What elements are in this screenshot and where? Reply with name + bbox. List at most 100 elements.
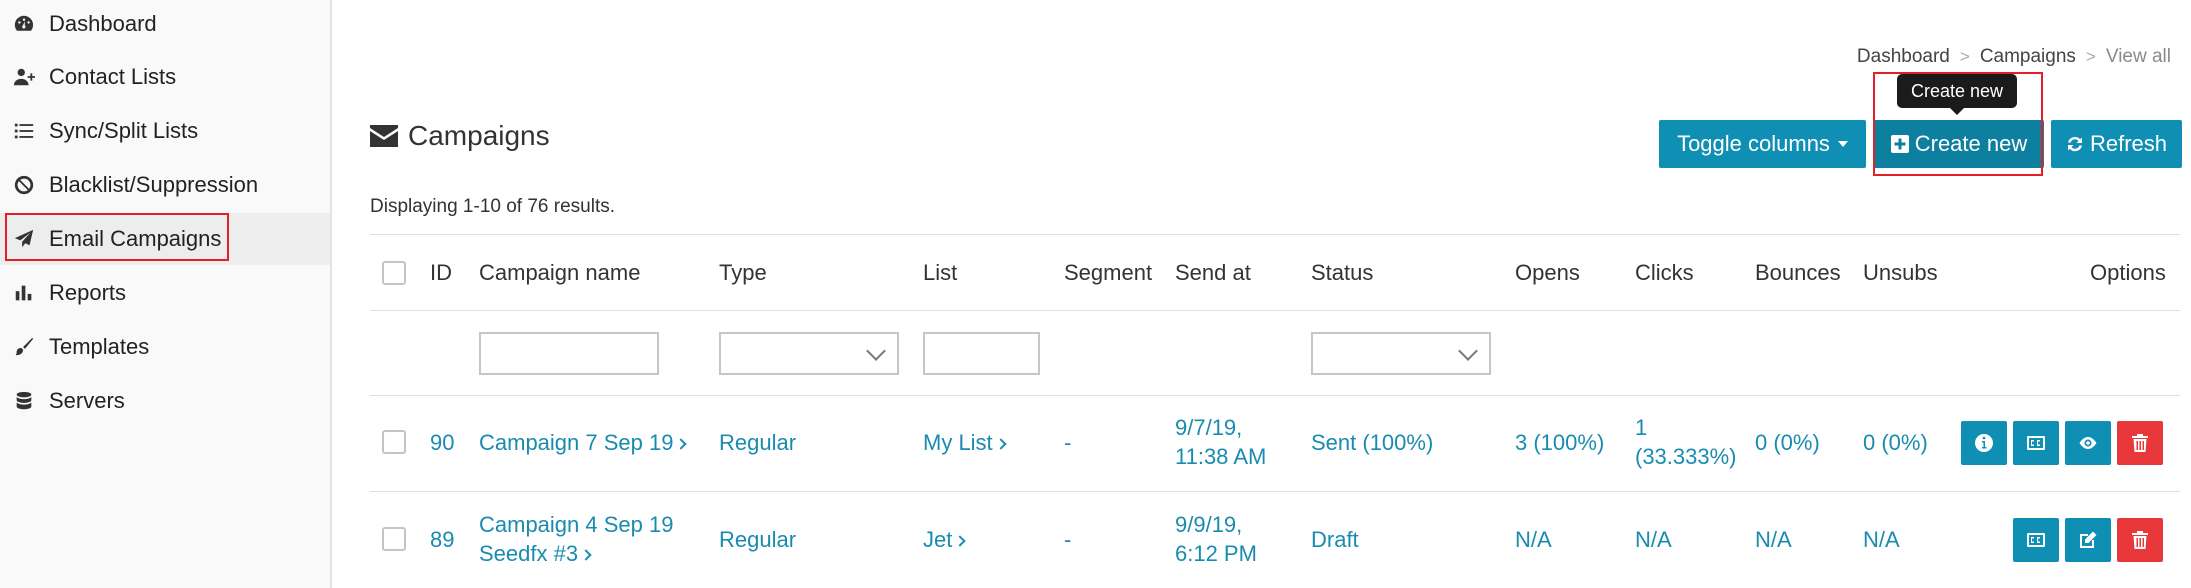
sidebar-item-label: Dashboard bbox=[49, 11, 157, 36]
info-icon bbox=[1975, 434, 1993, 452]
bar-chart-icon bbox=[12, 281, 36, 305]
row-bounces: N/A bbox=[1755, 527, 1792, 552]
column-header-unsubs[interactable]: Unsubs bbox=[1863, 260, 1938, 286]
send-at-time: 6:12 PM bbox=[1175, 541, 1257, 566]
preview-button[interactable] bbox=[2065, 421, 2111, 465]
breadcrumb-campaigns[interactable]: Campaigns bbox=[1980, 46, 2076, 68]
table-row-border bbox=[370, 491, 2180, 492]
row-id[interactable]: 89 bbox=[430, 525, 454, 554]
chevron-down-icon bbox=[866, 341, 886, 361]
type-filter-select[interactable] bbox=[719, 332, 899, 375]
row-status: Sent (100%) bbox=[1311, 430, 1434, 455]
send-at-date: 9/9/19, bbox=[1175, 512, 1243, 537]
sidebar-item-sync-split-lists[interactable]: Sync/Split Lists bbox=[0, 105, 330, 157]
table-header-border bbox=[370, 310, 2180, 311]
row-send-at: 9/9/19, 6:12 PM bbox=[1175, 510, 1257, 568]
campaign-name-link[interactable]: Campaign 7 Sep 19 bbox=[479, 428, 688, 457]
refresh-label: Refresh bbox=[2089, 131, 2168, 156]
brush-icon bbox=[12, 335, 36, 359]
page-title-text: Campaigns bbox=[408, 120, 550, 151]
row-checkbox[interactable] bbox=[382, 430, 406, 454]
chevron-right-icon bbox=[675, 438, 688, 450]
column-header-opens[interactable]: Opens bbox=[1515, 260, 1580, 286]
send-at-time: 11:38 AM bbox=[1175, 444, 1267, 469]
column-header-campaign-name[interactable]: Campaign name bbox=[479, 260, 640, 286]
refresh-icon bbox=[2067, 136, 2082, 152]
column-header-list[interactable]: List bbox=[923, 260, 957, 286]
caret-down-icon bbox=[1837, 141, 1848, 147]
row-clicks[interactable]: 1 (33.333%) bbox=[1635, 413, 1737, 471]
ban-icon bbox=[12, 173, 36, 197]
trash-icon bbox=[2132, 531, 2148, 549]
campaign-name-filter-input[interactable] bbox=[479, 332, 659, 375]
list-link[interactable]: Jet bbox=[923, 525, 967, 554]
column-header-send-at[interactable]: Send at bbox=[1175, 260, 1251, 286]
sidebar-item-label: Templates bbox=[49, 334, 150, 359]
sidebar-item-label: Servers bbox=[49, 388, 125, 413]
highlight-box-sidebar bbox=[5, 213, 229, 261]
row-opens: N/A bbox=[1515, 527, 1552, 552]
page-title: Campaigns bbox=[370, 120, 550, 152]
list-link[interactable]: My List bbox=[923, 428, 1007, 457]
breadcrumb-dashboard[interactable]: Dashboard bbox=[1857, 46, 1950, 68]
list-filter-input[interactable] bbox=[923, 332, 1040, 375]
sidebar-item-servers[interactable]: Servers bbox=[0, 375, 330, 427]
row-checkbox[interactable] bbox=[382, 527, 406, 551]
row-bounces[interactable]: 0 (0%) bbox=[1755, 428, 1820, 457]
clicks-count: 1 bbox=[1635, 415, 1648, 440]
table-filter-border bbox=[370, 395, 2180, 396]
campaign-name-text: Campaign 4 Sep 19 bbox=[479, 512, 674, 537]
toggle-columns-button[interactable]: Toggle columns bbox=[1659, 120, 1866, 168]
chevron-right-icon bbox=[954, 535, 967, 547]
row-segment: - bbox=[1064, 430, 1072, 455]
sidebar-item-dashboard[interactable]: Dashboard bbox=[0, 0, 330, 50]
sidebar-item-contact-lists[interactable]: Contact Lists bbox=[0, 51, 330, 103]
cc-button[interactable] bbox=[2013, 421, 2059, 465]
row-clicks: N/A bbox=[1635, 527, 1672, 552]
edit-button[interactable] bbox=[2065, 518, 2111, 562]
column-header-clicks[interactable]: Clicks bbox=[1635, 260, 1694, 286]
sidebar-item-label: Blacklist/Suppression bbox=[49, 172, 259, 197]
sidebar-item-reports[interactable]: Reports bbox=[0, 267, 330, 319]
cc-button[interactable] bbox=[2013, 518, 2059, 562]
eye-icon bbox=[2079, 437, 2097, 449]
info-button[interactable] bbox=[1961, 421, 2007, 465]
column-header-status[interactable]: Status bbox=[1311, 260, 1373, 286]
list-name-text: Jet bbox=[923, 527, 953, 552]
column-header-type[interactable]: Type bbox=[719, 260, 767, 286]
highlight-box-create bbox=[1873, 72, 2043, 176]
breadcrumb-current: View all bbox=[2105, 46, 2171, 67]
closed-captioning-icon bbox=[2027, 436, 2045, 450]
row-type: Regular bbox=[719, 527, 797, 552]
campaign-name-text: Campaign 7 Sep 19 bbox=[479, 430, 674, 455]
row-unsubs[interactable]: 0 (0%) bbox=[1863, 428, 1928, 457]
trash-icon bbox=[2132, 434, 2148, 452]
row-id[interactable]: 90 bbox=[430, 428, 454, 457]
delete-button[interactable] bbox=[2117, 421, 2163, 465]
list-icon bbox=[12, 119, 36, 143]
status-filter-select[interactable] bbox=[1311, 332, 1491, 375]
campaign-name-link[interactable]: Campaign 4 Sep 19 Seedfx #3 bbox=[479, 510, 673, 568]
sidebar-item-blacklist[interactable]: Blacklist/Suppression bbox=[0, 159, 330, 211]
user-plus-icon bbox=[12, 65, 36, 89]
edit-icon bbox=[2080, 531, 2097, 548]
row-status: Draft bbox=[1311, 527, 1359, 552]
column-header-id[interactable]: ID bbox=[430, 260, 452, 286]
toggle-columns-label: Toggle columns bbox=[1677, 131, 1830, 156]
row-segment: - bbox=[1064, 527, 1072, 552]
table-top-border bbox=[370, 234, 2180, 235]
row-opens[interactable]: 3 (100%) bbox=[1515, 428, 1604, 457]
column-header-bounces[interactable]: Bounces bbox=[1755, 260, 1841, 286]
sidebar-item-templates[interactable]: Templates bbox=[0, 321, 330, 373]
delete-button[interactable] bbox=[2117, 518, 2163, 562]
row-unsubs: N/A bbox=[1863, 527, 1900, 552]
envelope-icon bbox=[370, 125, 398, 147]
select-all-checkbox[interactable] bbox=[382, 261, 406, 285]
chevron-down-icon bbox=[1458, 341, 1478, 361]
column-header-segment[interactable]: Segment bbox=[1064, 260, 1152, 286]
closed-captioning-icon bbox=[2027, 533, 2045, 547]
refresh-button[interactable]: Refresh bbox=[2051, 120, 2182, 168]
sidebar-item-label: Contact Lists bbox=[49, 64, 177, 89]
breadcrumb-separator: > bbox=[2085, 47, 2096, 66]
list-name-text: My List bbox=[923, 430, 993, 455]
